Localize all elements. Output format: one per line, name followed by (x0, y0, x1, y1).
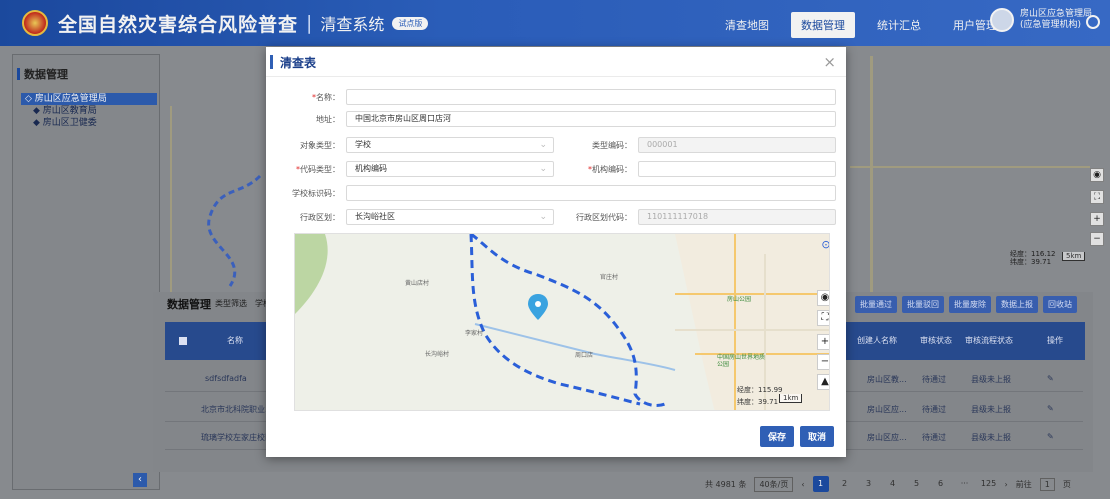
org-code-input[interactable] (638, 161, 836, 177)
object-type-select[interactable]: 学校 ⌄ (346, 137, 554, 153)
save-button[interactable]: 保存 (759, 426, 794, 447)
code-type-label: *代码类型： (276, 164, 340, 175)
address-label: 地址： (316, 115, 340, 124)
dialog-actions: 保存 取消 (759, 426, 834, 447)
name-label: *名称： (276, 92, 340, 103)
school-id-label: 学校标识码： (292, 189, 340, 198)
division-code-input[interactable]: 110111117018 (638, 209, 836, 225)
map-longitude: 经度：115.99 (737, 386, 783, 394)
division-code-label: 行政区划代码： (576, 213, 632, 222)
dialog-title-bar (270, 55, 273, 69)
layer-switch-icon[interactable]: ◉ (817, 290, 829, 306)
chevron-down-icon: ⌄ (539, 212, 547, 222)
map-label: 周口店 (575, 352, 594, 359)
map-label: 黄山店村 (405, 280, 430, 287)
type-code-label: 类型编码： (592, 141, 632, 150)
dialog-title: 清查表 (280, 56, 317, 70)
fullscreen-icon[interactable]: ⛶ (817, 310, 829, 326)
chevron-down-icon: ⌄ (539, 140, 547, 150)
survey-dialog: 清查表 × *名称： 地址： 中国北京市房山区周口店河 对象类型： 学校 ⌄ 类型… (266, 47, 846, 457)
name-input[interactable] (346, 89, 836, 105)
map-label: 长沟峪村 (425, 351, 450, 358)
map-label: 李家村 (465, 330, 484, 337)
dialog-header: 清查表 × (266, 47, 846, 77)
close-icon[interactable]: × (823, 53, 836, 71)
map-label: 房山公园 (727, 296, 752, 303)
map-label: 官庄村 (600, 274, 619, 281)
location-pin-icon[interactable]: ⊙ (821, 238, 829, 254)
map-canvas (295, 234, 829, 410)
object-type-label: 对象类型： (300, 141, 340, 150)
org-code-label-text: 机构编码： (592, 165, 632, 174)
location-map[interactable]: 官庄村 房山公园 黄山店村 中国房山世界地质公园 长沟峪村 周口店 李家村 ⊙ … (294, 233, 830, 411)
code-type-select[interactable]: 机构编码 ⌄ (346, 161, 554, 177)
org-code-label: *机构编码： (566, 164, 632, 175)
school-id-input[interactable] (346, 185, 836, 201)
code-type-value: 机构编码 (355, 164, 387, 173)
chevron-down-icon: ⌄ (539, 164, 547, 174)
division-select[interactable]: 长沟峪社区 ⌄ (346, 209, 554, 225)
map-label: 中国房山世界地质公园 (717, 354, 766, 368)
name-label-text: 名称： (316, 93, 340, 102)
compass-icon[interactable]: ▲ (817, 374, 829, 390)
type-code-input[interactable]: 000001 (638, 137, 836, 153)
zoom-in-button[interactable]: + (817, 334, 829, 350)
map-scale: 1km (779, 394, 803, 403)
zoom-out-button[interactable]: − (817, 354, 829, 370)
code-type-label-text: 代码类型： (300, 165, 340, 174)
address-input[interactable]: 中国北京市房山区周口店河 (346, 111, 836, 127)
division-label: 行政区划： (300, 213, 340, 222)
cancel-button[interactable]: 取消 (799, 426, 834, 447)
map-latitude: 纬度：39.71 (737, 398, 779, 406)
division-value: 长沟峪社区 (355, 212, 395, 221)
object-type-value: 学校 (355, 140, 371, 149)
